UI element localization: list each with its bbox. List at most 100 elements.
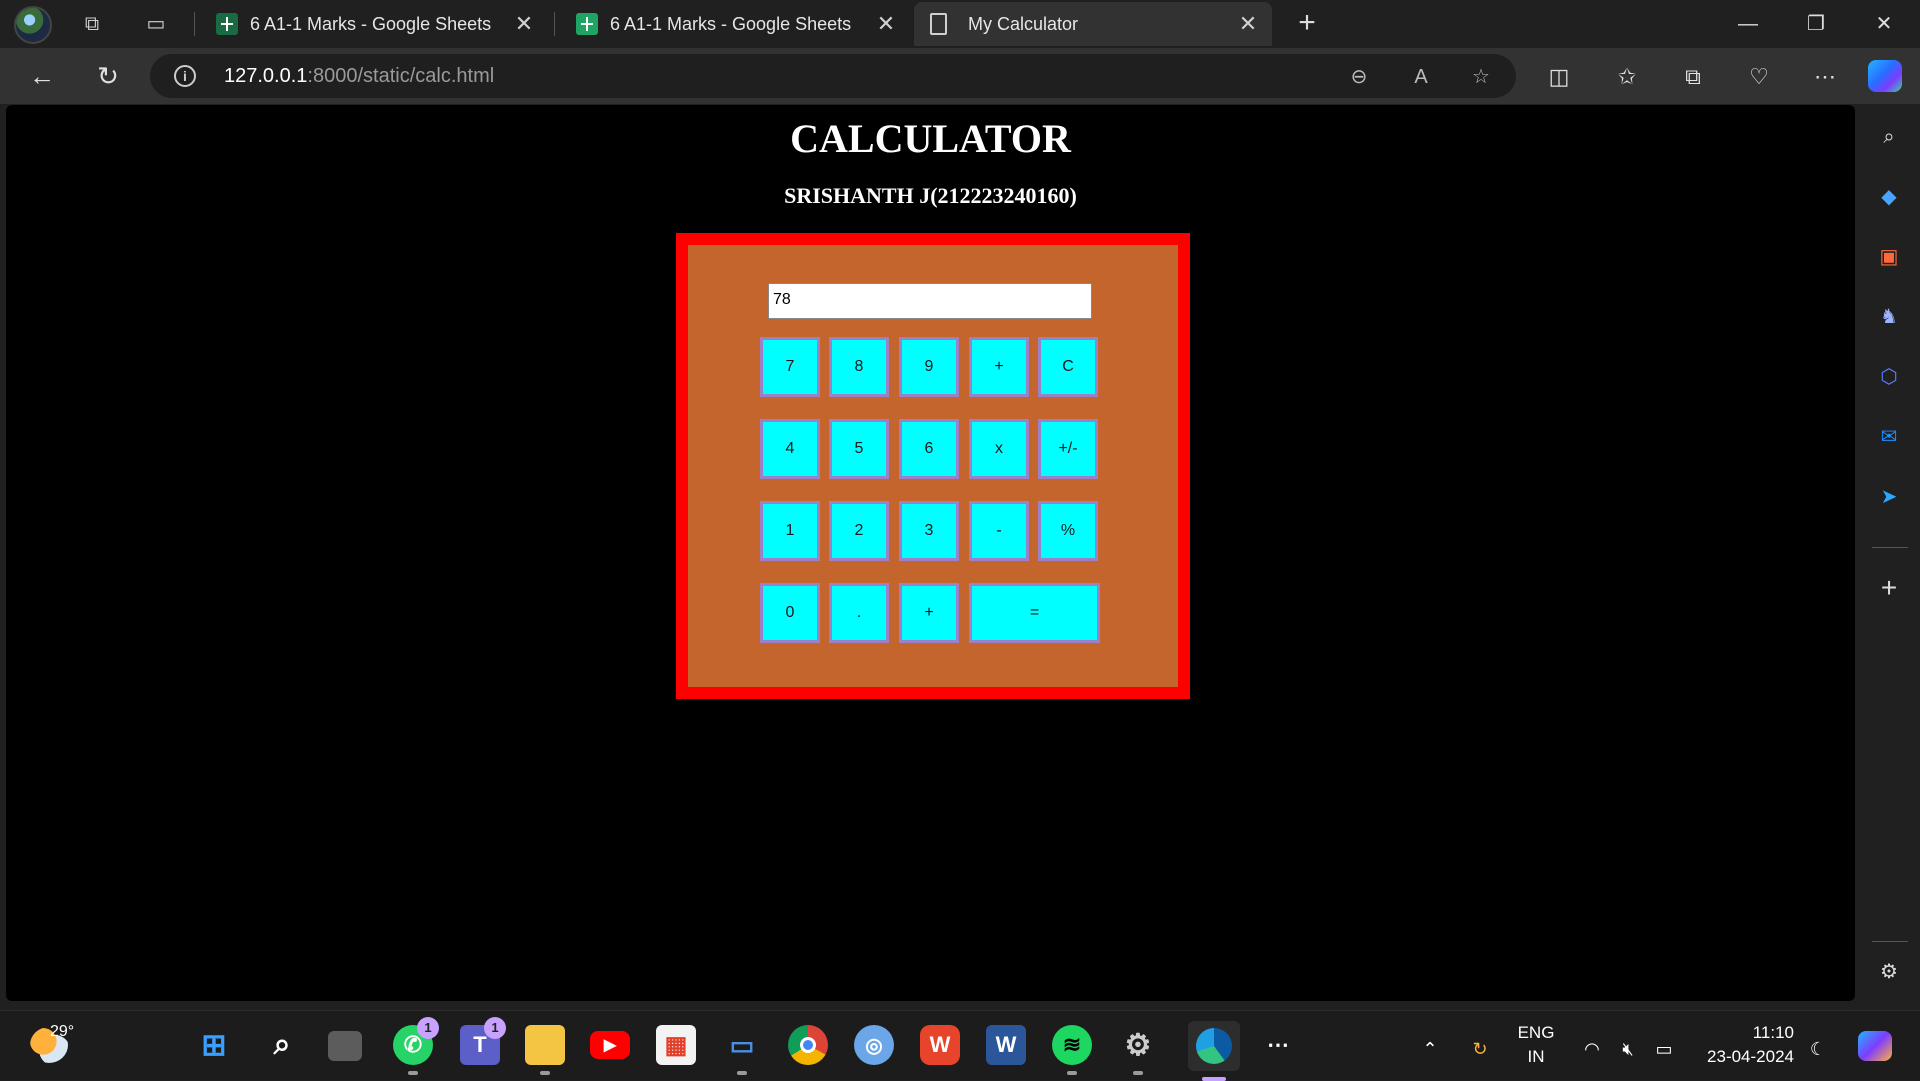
whatsapp-icon[interactable]: ✆ 1 <box>393 1017 439 1075</box>
language-bottom[interactable]: IN <box>1512 1047 1560 1067</box>
url-path: :8000/static/calc.html <box>307 65 495 87</box>
restore-button[interactable]: ❐ <box>1786 6 1846 42</box>
key-1[interactable]: 1 <box>760 501 820 561</box>
key-7[interactable]: 7 <box>760 337 820 397</box>
snipping-tool-icon[interactable]: ▭ <box>722 1025 762 1075</box>
key-equals[interactable]: = <box>969 583 1100 643</box>
google-sheets-icon <box>216 13 238 35</box>
language-top[interactable]: ENG <box>1512 1023 1560 1043</box>
tab-close-button[interactable]: ✕ <box>512 12 536 36</box>
web-content: CALCULATOR SRISHANTH J(212223240160) 78 … <box>6 105 1855 1001</box>
minimize-button[interactable]: — <box>1718 6 1778 42</box>
sidebar-divider <box>1872 547 1908 548</box>
key-6[interactable]: 6 <box>899 419 959 479</box>
start-icon[interactable]: ⊞ <box>194 1025 234 1065</box>
key-sign-toggle[interactable]: +/- <box>1038 419 1098 479</box>
collections-icon[interactable]: ⧉ <box>1678 62 1708 92</box>
running-indicator <box>408 1071 418 1075</box>
more-apps-icon[interactable]: ⋯ <box>1258 1025 1298 1065</box>
new-tab-button[interactable]: + <box>1291 8 1323 40</box>
tab-close-button[interactable]: ✕ <box>1236 12 1260 36</box>
workspaces-icon[interactable]: ⧉ <box>78 10 106 38</box>
key-multiply[interactable]: x <box>969 419 1029 479</box>
key-5[interactable]: 5 <box>829 419 889 479</box>
copilot-taskbar-icon[interactable] <box>1858 1031 1892 1061</box>
notifications-icon[interactable]: ☾ <box>1806 1037 1830 1061</box>
tab-my-calculator[interactable]: My Calculator ✕ <box>914 2 1272 46</box>
clock-date[interactable]: 23-04-2024 <box>1694 1047 1794 1067</box>
outlook-icon[interactable]: ✉ <box>1872 420 1906 454</box>
tab-google-sheets-1[interactable]: 6 A1-1 Marks - Google Sheets ✕ <box>200 2 548 46</box>
site-info-icon[interactable]: i <box>174 65 196 87</box>
microsoft-365-icon[interactable]: ⬡ <box>1872 360 1906 394</box>
tools-icon[interactable]: ▣ <box>1872 240 1906 274</box>
key-decimal[interactable]: . <box>829 583 889 643</box>
sidebar-settings-icon[interactable]: ⚙ <box>1872 955 1906 989</box>
search-icon[interactable]: ⌕ <box>1872 120 1906 154</box>
teams-icon[interactable]: T1 <box>460 1017 506 1065</box>
vertical-tabs-icon[interactable]: ▭ <box>142 10 170 38</box>
key-4[interactable]: 4 <box>760 419 820 479</box>
key-percent[interactable]: % <box>1038 501 1098 561</box>
more-options-icon[interactable]: ⋯ <box>1810 62 1840 92</box>
key-3[interactable]: 3 <box>899 501 959 561</box>
sync-icon[interactable]: ↻ <box>1468 1037 1492 1061</box>
tab-google-sheets-2[interactable]: 6 A1-1 Marks - Google Sheets ✕ <box>560 2 910 46</box>
wps-office-icon[interactable]: W <box>920 1025 960 1065</box>
running-indicator <box>1133 1071 1143 1075</box>
key-plus[interactable]: + <box>899 583 959 643</box>
read-aloud-icon[interactable]: A <box>1408 64 1434 90</box>
shopping-tag-icon[interactable]: ◆ <box>1872 180 1906 214</box>
add-sidebar-app-icon[interactable]: + <box>1872 571 1906 605</box>
taskbar-search-icon[interactable]: ⌕ <box>262 1025 302 1065</box>
tab-close-button[interactable]: ✕ <box>874 12 898 36</box>
settings-icon[interactable]: ⚙ <box>1118 1025 1158 1075</box>
google-sheets-icon <box>576 13 598 35</box>
favorites-icon[interactable]: ✩ <box>1612 62 1642 92</box>
copilot-icon[interactable] <box>1868 60 1902 92</box>
teams-notification-badge: 1 <box>484 1017 506 1039</box>
profile-avatar[interactable] <box>14 6 52 44</box>
key-9[interactable]: 9 <box>899 337 959 397</box>
drop-send-icon[interactable]: ➤ <box>1872 480 1906 514</box>
browser-essentials-icon[interactable]: ♡ <box>1744 62 1774 92</box>
split-screen-icon[interactable]: ◫ <box>1544 62 1574 92</box>
refresh-icon[interactable]: ↻ <box>90 58 126 94</box>
window-close-button[interactable]: ✕ <box>1854 6 1914 42</box>
key-2[interactable]: 2 <box>829 501 889 561</box>
sidebar-divider <box>1872 941 1908 942</box>
clock-time[interactable]: 11:10 <box>1694 1023 1794 1043</box>
edge-taskbar-button[interactable] <box>1188 1021 1240 1081</box>
youtube-icon[interactable]: ▶ <box>590 1031 630 1059</box>
spotify-icon[interactable]: ≋ <box>1052 1025 1092 1075</box>
address-bar[interactable]: i 127.0.0.1:8000/static/calc.html ⊖ A ☆ <box>150 54 1516 98</box>
wifi-icon[interactable]: ◠ <box>1580 1037 1604 1061</box>
favorite-star-icon[interactable]: ☆ <box>1468 64 1494 90</box>
show-hidden-icons-chevron[interactable]: ⌃ <box>1418 1037 1442 1061</box>
microsoft-store-icon[interactable]: ▦ <box>656 1025 696 1065</box>
word-icon[interactable]: W <box>986 1025 1026 1065</box>
page-title: CALCULATOR <box>790 116 1071 161</box>
key-0[interactable]: 0 <box>760 583 820 643</box>
zoom-out-icon[interactable]: ⊖ <box>1346 64 1372 90</box>
edge-dev-icon[interactable]: ◎ <box>854 1025 894 1065</box>
volume-muted-icon[interactable]: 🔇︎ <box>1616 1037 1640 1061</box>
battery-icon[interactable]: ▭ <box>1652 1037 1676 1061</box>
edge-icon <box>1196 1028 1232 1064</box>
tab-title: 6 A1-1 Marks - Google Sheets <box>610 14 852 34</box>
chrome-icon[interactable] <box>788 1025 828 1065</box>
task-view-icon[interactable] <box>328 1031 362 1061</box>
tab-title: My Calculator <box>968 14 1079 34</box>
back-icon[interactable]: ← <box>24 58 60 94</box>
url-text[interactable]: 127.0.0.1:8000/static/calc.html <box>224 65 494 88</box>
key-add[interactable]: + <box>969 337 1029 397</box>
games-icon[interactable]: ♞ <box>1872 300 1906 334</box>
key-clear[interactable]: C <box>1038 337 1098 397</box>
file-explorer-icon[interactable] <box>525 1025 565 1075</box>
windows-taskbar: 29° ⊞ ⌕ ✆ 1 T1 ▶ ▦ ▭ ◎ W W ≋ ⚙ ⋯ ⌃ ↻ ENG … <box>0 1010 1920 1081</box>
key-8[interactable]: 8 <box>829 337 889 397</box>
calculator-display[interactable]: 78 <box>768 283 1092 319</box>
calculator-frame: 78 7 8 9 + C 4 5 6 x +/- 1 2 3 - % 0 . +… <box>676 233 1190 699</box>
key-subtract[interactable]: - <box>969 501 1029 561</box>
running-indicator <box>1202 1077 1226 1081</box>
